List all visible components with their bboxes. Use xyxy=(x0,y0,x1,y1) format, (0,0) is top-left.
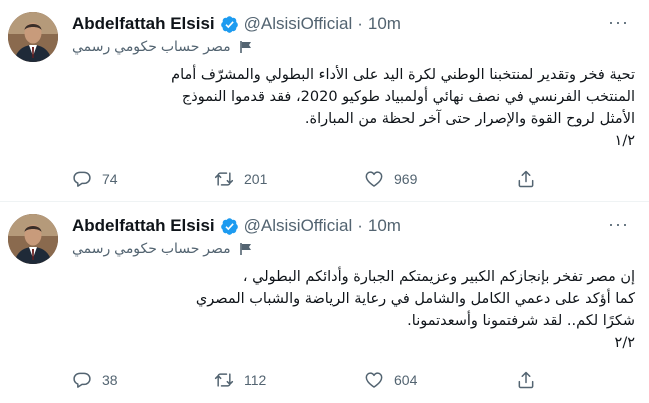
verified-badge-icon xyxy=(220,217,239,236)
tweet-header: Abdelfattah Elsisi @AlsisiOfficial · 10m… xyxy=(72,214,633,238)
reply-button[interactable]: 38 xyxy=(72,368,118,392)
separator-dot: · xyxy=(357,14,363,33)
tweet-feed: Abdelfattah Elsisi @AlsisiOfficial · 10m… xyxy=(0,0,649,403)
like-count: 604 xyxy=(394,372,418,388)
author-handle[interactable]: @AlsisiOfficial xyxy=(244,14,353,34)
flag-icon xyxy=(239,242,253,256)
like-button[interactable]: 604 xyxy=(364,368,417,392)
account-label: مصر حساب حكومي رسمي xyxy=(72,38,253,55)
reply-count: 38 xyxy=(102,372,118,388)
share-button[interactable] xyxy=(516,167,536,191)
tweet-text-line: المنتخب الفرنسي في نصف نهائي أولمبياد طو… xyxy=(181,89,635,105)
reply-icon xyxy=(73,372,91,388)
tweet-text-line: شكرًا لكم.. لقد شرفتمونا وأسعدتمونا. xyxy=(407,313,635,329)
thread-counter: ١/٢ xyxy=(614,133,635,149)
separator-dot: · xyxy=(357,216,363,235)
tweet-header: Abdelfattah Elsisi @AlsisiOfficial · 10m… xyxy=(72,12,633,36)
thread-counter: ٢/٢ xyxy=(614,335,635,351)
share-icon xyxy=(518,371,534,389)
action-bar: 74 201 969 xyxy=(72,167,592,191)
tweet[interactable]: Abdelfattah Elsisi @AlsisiOfficial · 10m… xyxy=(0,202,649,403)
flag-icon xyxy=(239,40,253,54)
tweet-text-line: الأمثل لروح القوة والإصرار حتى آخر لحظة … xyxy=(304,111,635,127)
reply-button[interactable]: 74 xyxy=(72,167,118,191)
share-icon xyxy=(518,170,534,188)
share-button[interactable] xyxy=(516,368,536,392)
reply-icon xyxy=(73,171,91,187)
avatar[interactable] xyxy=(8,214,58,264)
retweet-button[interactable]: 201 xyxy=(214,167,267,191)
timestamp[interactable]: 10m xyxy=(368,14,401,34)
avatar-image xyxy=(8,214,58,264)
timestamp[interactable]: 10m xyxy=(368,216,401,236)
reply-count: 74 xyxy=(102,171,118,187)
tweet-text-line: إن مصر تفخر بإنجازكم الكبير وعزيمتكم الج… xyxy=(242,269,635,285)
tweet-text: تحية فخر وتقدير لمنتخبنا الوطني لكرة الي… xyxy=(72,64,635,152)
author-handle[interactable]: @AlsisiOfficial xyxy=(244,216,353,236)
like-button[interactable]: 969 xyxy=(364,167,417,191)
more-icon[interactable]: ··· xyxy=(608,12,629,32)
tweet-text: إن مصر تفخر بإنجازكم الكبير وعزيمتكم الج… xyxy=(72,266,635,354)
tweet-text-line: تحية فخر وتقدير لمنتخبنا الوطني لكرة الي… xyxy=(171,67,635,83)
heart-icon xyxy=(365,372,383,388)
retweet-button[interactable]: 112 xyxy=(214,368,266,392)
account-label: مصر حساب حكومي رسمي xyxy=(72,240,253,257)
account-label-text: مصر حساب حكومي رسمي xyxy=(72,240,231,256)
more-icon[interactable]: ··· xyxy=(608,214,629,234)
retweet-icon xyxy=(214,373,234,387)
avatar-image xyxy=(8,12,58,62)
retweet-icon xyxy=(214,172,234,186)
like-count: 969 xyxy=(394,171,418,187)
retweet-count: 112 xyxy=(244,372,267,388)
author-name[interactable]: Abdelfattah Elsisi xyxy=(72,216,215,236)
account-label-text: مصر حساب حكومي رسمي xyxy=(72,38,231,54)
author-name[interactable]: Abdelfattah Elsisi xyxy=(72,14,215,34)
heart-icon xyxy=(365,171,383,187)
tweet-text-line: كما أؤكد على دعمي الكامل والشامل في رعاي… xyxy=(195,291,635,307)
tweet[interactable]: Abdelfattah Elsisi @AlsisiOfficial · 10m… xyxy=(0,0,649,202)
action-bar: 38 112 604 xyxy=(72,368,592,392)
retweet-count: 201 xyxy=(244,171,268,187)
avatar[interactable] xyxy=(8,12,58,62)
verified-badge-icon xyxy=(220,15,239,34)
